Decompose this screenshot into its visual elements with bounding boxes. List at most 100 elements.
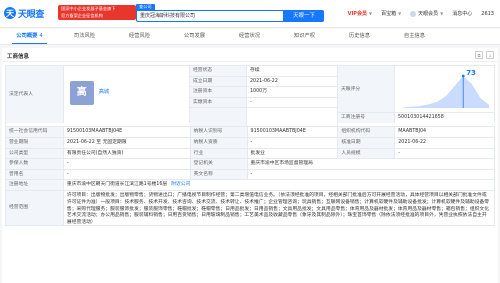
blank-value xyxy=(247,108,338,127)
service-label: 百宝箱 xyxy=(381,11,397,17)
insured-value: - xyxy=(63,159,191,169)
score-distribution-area xyxy=(403,76,489,108)
staff-label: 人员规模 xyxy=(338,148,396,159)
promo-banner[interactable]: 国家中小企业发展子基金旗下 官方备案企业征信机构 xyxy=(58,5,136,20)
taxpayer-id-value: 91500103MAABTBJ04E xyxy=(247,127,339,137)
row-reg-no: 工商注册号 500103014421658 xyxy=(338,113,495,123)
count-badge: 2613 xyxy=(481,10,494,17)
tab-label: 知识产权 xyxy=(293,33,316,39)
tab-label: 经营状况 xyxy=(238,33,261,39)
taxpayer-qual-label: 纳税人资质 xyxy=(190,137,248,148)
tab-overview[interactable]: 公司概要 4 xyxy=(2,29,57,44)
org-code-value: MAABTBJ04 xyxy=(395,127,496,137)
reg-cap-label: 注册资本 xyxy=(190,87,247,98)
rep-avatar: 高 xyxy=(69,81,94,105)
top-header: 天 天眼查 国家中小企业发展子基金旗下 官方备案企业征信机构 查公司 重庆冠海斯… xyxy=(0,0,500,28)
row-blank xyxy=(190,108,338,127)
service-menu[interactable]: 百宝箱 ▼ xyxy=(381,10,401,17)
download-icon[interactable]: ↓ xyxy=(486,51,494,59)
rep-cell: 高 高城 xyxy=(63,66,190,123)
tab-badge: 4 xyxy=(39,33,43,39)
tab-operation-risk[interactable]: 经营风险 xyxy=(112,29,167,44)
section-title: 工商信息 xyxy=(7,54,30,60)
promo-line2: 官方备案企业征信机构 xyxy=(61,12,103,18)
address-label: 注册地址 xyxy=(6,180,64,190)
info-grid: 法定代表人 高 高城 经营状态 存续 成立日期 2021-06-22 注册资本 … xyxy=(5,65,496,226)
info-row-credit: 统一社会信用代码 91500103MAABTBJ04E 纳税人识别号 91500… xyxy=(5,127,496,138)
blank-label xyxy=(190,108,247,127)
former-label: 曾用名 xyxy=(6,169,64,180)
avatar xyxy=(410,10,417,17)
row-reg-cap: 注册资本 1000万 xyxy=(190,87,338,98)
industry-value: 批发业 xyxy=(247,148,339,159)
tab-judicial[interactable]: 司法风险 xyxy=(57,29,112,44)
info-row-term: 营业期限 2021-06-22 至 无固定期限 纳税人资质 - 核准日期 202… xyxy=(5,137,496,149)
copy-icon[interactable]: ⧉ xyxy=(475,51,483,59)
taxpayer-id-label: 纳税人识别号 xyxy=(190,127,248,137)
rep-name-link[interactable]: 高城 xyxy=(99,88,109,98)
search-area: 查公司 重庆冠海斯科技有限公司 天眼一下 xyxy=(136,4,338,23)
reg-no-label: 工商注册号 xyxy=(338,113,395,123)
info-row-address: 注册地址 重庆市渝中区朝天门街道长江滨江路1号楼16层 附近公司 xyxy=(5,180,495,191)
tab-history[interactable]: 历史信息 xyxy=(332,29,387,44)
middle-block: 经营状态 存续 成立日期 2021-06-22 注册资本 1000万 实缴资本 … xyxy=(190,66,338,127)
message-center[interactable]: 消息中心 xyxy=(452,10,472,17)
nearby-companies-link[interactable]: 附近公司 xyxy=(171,182,190,187)
tab-operation-status[interactable]: 经营状况 xyxy=(222,29,277,44)
info-row-scope: 经营范围 许可项目：出版物批发；出版物零售；货物进出口；广播电视节目制作经营；第… xyxy=(5,190,495,226)
info-row-type: 公司类型 有限责任公司(自然人独资) 行业 批发业 人员规模 - xyxy=(5,148,496,160)
tab-label: 公司概要 xyxy=(16,33,38,39)
section-header: 工商信息 ⧉ ↓ xyxy=(2,48,498,62)
message-label: 消息中心 xyxy=(452,11,473,17)
tab-ip[interactable]: 知识产权 xyxy=(277,29,332,44)
logo-mark-icon: 天 xyxy=(4,7,16,19)
paid-cap-value: - xyxy=(247,97,338,109)
business-info-panel: 工商信息 ⧉ ↓ 法定代表人 高 高城 经营状态 存续 成立日期 2021-06… xyxy=(2,48,498,283)
scope-value: 许可项目：出版物批发；出版物零售；货物进出口；广播电视节目制作经营；第二类增值电… xyxy=(63,190,495,225)
tianyan-label: 天眼评分 xyxy=(338,66,395,113)
row-status: 经营状态 存续 xyxy=(190,66,338,77)
member-label: 天眼会员 xyxy=(418,11,439,17)
score-marker-dot xyxy=(461,74,465,78)
tab-label: 历史信息 xyxy=(348,33,371,39)
score-value-label: 73 xyxy=(466,69,476,77)
chevron-down-icon: ▼ xyxy=(398,11,402,16)
credit-code-value: 91500103MAABTBJ04E xyxy=(63,127,191,137)
authority-label: 登记机关 xyxy=(190,159,248,169)
tab-label: 自主信息 xyxy=(403,33,426,39)
approve-label: 核准日期 xyxy=(338,137,396,148)
type-label: 公司类型 xyxy=(6,148,64,159)
info-row-insured: 参保人数 - 登记机关 重庆市渝中区市场监督管理局 xyxy=(5,159,495,170)
score-chart-cell: 73 xyxy=(395,66,495,113)
search-input[interactable]: 重庆冠海斯科技有限公司 xyxy=(136,10,284,22)
paid-cap-label: 实缴资本 xyxy=(190,97,247,109)
row-est-date: 成立日期 2021-06-22 xyxy=(190,76,338,88)
search-button[interactable]: 天眼一下 xyxy=(284,10,324,22)
info-row-former: 曾用名 - 英文名称 - xyxy=(5,169,495,181)
tianyan-label-text: 天眼评分 xyxy=(341,87,361,92)
reg-no-value: 500103014421658 xyxy=(395,113,495,123)
term-value: 2021-06-22 至 无固定期限 xyxy=(63,137,191,148)
scope-label: 经营范围 xyxy=(6,190,64,225)
address-value-cell: 重庆市渝中区朝天门街道长江滨江路1号楼16层 附近公司 xyxy=(63,180,495,190)
row-score: 天眼评分 73 xyxy=(338,66,495,113)
logo[interactable]: 天 天眼查 xyxy=(4,5,54,21)
org-code-label: 组织机构代码 xyxy=(338,127,396,137)
header-actions: VIP会员 ▼ 百宝箱 ▼ 天眼会员 ▼ 消息中心 2613 xyxy=(348,10,494,17)
score-chart: 73 xyxy=(403,69,489,108)
vip-label: VIP会员 xyxy=(347,11,367,17)
en-name-label: 英文名称 xyxy=(190,169,248,180)
tab-label: 司法风险 xyxy=(73,33,96,39)
status-label: 经营状态 xyxy=(190,66,247,77)
rep-label: 法定代表人 xyxy=(6,66,64,123)
reg-cap-value: 1000万 xyxy=(247,87,338,98)
staff-value: - xyxy=(395,148,496,159)
vip-link[interactable]: VIP会员 ▼ xyxy=(348,10,372,17)
row-paid-cap: 实缴资本 - xyxy=(190,97,338,109)
member-menu[interactable]: 天眼会员 ▼ xyxy=(410,10,443,17)
logo-text: 天眼查 xyxy=(18,9,45,20)
tab-self-info[interactable]: 自主信息 xyxy=(387,29,442,44)
tab-development[interactable]: 公司发展 xyxy=(167,29,222,44)
address-value: 重庆市渝中区朝天门街道长江滨江路1号楼16层 xyxy=(66,182,168,188)
chevron-down-icon: ▼ xyxy=(368,11,373,16)
